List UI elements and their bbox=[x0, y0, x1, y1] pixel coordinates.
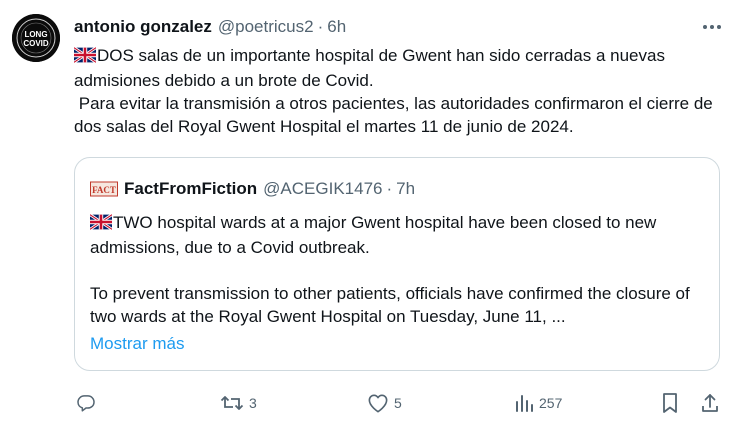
quoted-text-paragraph-2: To prevent transmission to other patient… bbox=[90, 284, 695, 326]
quoted-text-paragraph-1: TWO hospital wards at a major Gwent hosp… bbox=[90, 213, 662, 257]
quote-avatar-text: FACT bbox=[92, 185, 116, 195]
like-count: 5 bbox=[394, 395, 402, 411]
tweet-text-line-1: DOS salas de un importante hospital de G… bbox=[74, 46, 670, 90]
tweet-time[interactable]: 6h bbox=[327, 17, 346, 37]
quoted-tweet-header: FACT FactFromFiction @ACEGIK1476 · 7h bbox=[90, 178, 415, 200]
separator-dot: · bbox=[386, 179, 393, 198]
show-more-link[interactable]: Mostrar más bbox=[90, 334, 184, 354]
quote-author-name: FactFromFiction bbox=[124, 179, 258, 198]
views-button[interactable]: 257 bbox=[514, 388, 562, 418]
share-icon bbox=[700, 392, 720, 414]
uk-flag-icon bbox=[89, 213, 113, 236]
long-covid-logo-icon: LONG COVID bbox=[12, 14, 60, 62]
more-icon[interactable] bbox=[698, 14, 726, 40]
retweet-button[interactable]: 3 bbox=[220, 388, 257, 418]
tweet-text-line-2: Para evitar la transmisión a otros pacie… bbox=[74, 94, 718, 136]
separator-dot: · bbox=[317, 17, 324, 36]
retweet-icon bbox=[220, 393, 244, 413]
bookmark-icon bbox=[661, 392, 679, 414]
like-button[interactable]: 5 bbox=[367, 388, 402, 418]
tweet-header: antonio gonzalez @poetricus2 · 6h bbox=[74, 16, 346, 38]
avatar[interactable]: LONG COVID bbox=[12, 14, 60, 62]
uk-flag-icon bbox=[73, 46, 97, 69]
views-icon bbox=[514, 393, 534, 413]
quote-author-handle: @ACEGIK1476 bbox=[263, 179, 383, 198]
quoted-tweet[interactable]: FACT FactFromFiction @ACEGIK1476 · 7h TW… bbox=[74, 157, 720, 371]
tweet-card[interactable]: LONG COVID antonio gonzalez @poetricus2 … bbox=[0, 0, 738, 428]
like-icon bbox=[367, 393, 389, 413]
quoted-tweet-text: TWO hospital wards at a major Gwent hosp… bbox=[89, 211, 702, 328]
reply-icon bbox=[76, 393, 96, 413]
retweet-count: 3 bbox=[249, 395, 257, 411]
action-bar: 3 5 257 bbox=[0, 388, 738, 418]
share-button[interactable] bbox=[700, 388, 720, 418]
author-handle[interactable]: @poetricus2 bbox=[218, 17, 314, 37]
tweet-text: DOS salas de un importante hospital de G… bbox=[73, 44, 724, 138]
views-count: 257 bbox=[539, 395, 563, 411]
reply-button[interactable] bbox=[76, 388, 101, 418]
avatar-text-top: LONG bbox=[24, 30, 47, 39]
quote-avatar: FACT bbox=[90, 181, 118, 197]
avatar-text-bottom: COVID bbox=[23, 39, 49, 48]
author-name[interactable]: antonio gonzalez bbox=[74, 17, 212, 37]
bookmark-button[interactable] bbox=[661, 388, 679, 418]
quote-time: 7h bbox=[396, 179, 416, 198]
